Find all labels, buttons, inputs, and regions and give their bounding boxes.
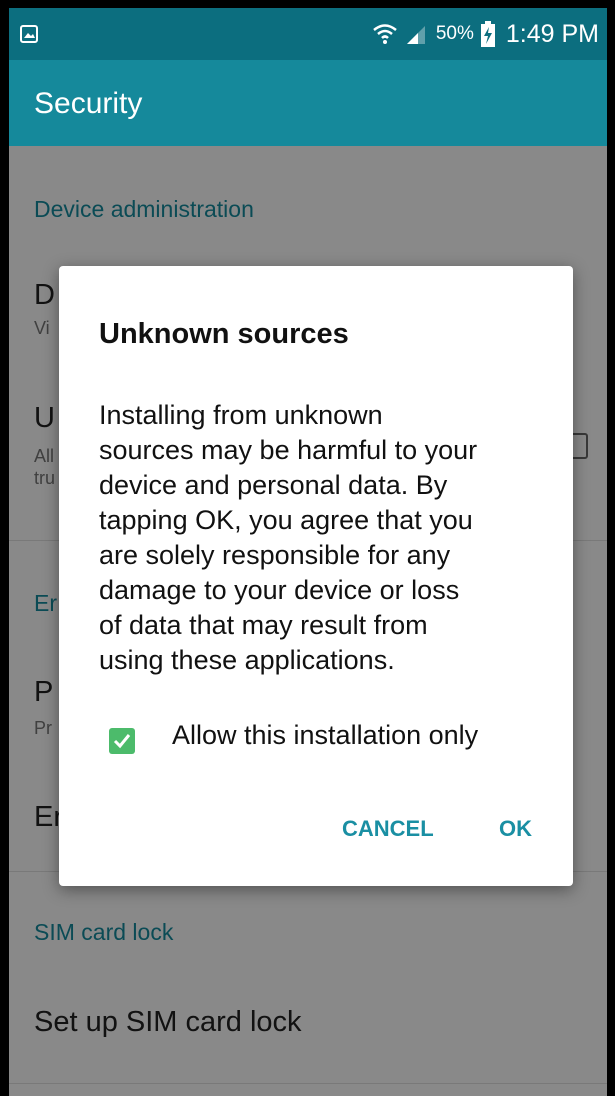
wifi-icon [373, 24, 397, 44]
allow-once-checkbox[interactable] [109, 728, 135, 754]
signal-icon [406, 26, 425, 44]
device-frame: 50% 1:49 PM Security Device administrati… [0, 0, 615, 1096]
checkmark-icon [113, 734, 131, 749]
dialog-message-line: using these applications. [99, 645, 395, 675]
allow-once-label[interactable]: Allow this installation only [172, 720, 478, 751]
battery-charging-icon [480, 21, 495, 47]
dialog-message-line: tapping OK, you agree that you [99, 505, 473, 535]
app-bar: Security [9, 60, 607, 146]
dialog-message-line: device and personal data. By [99, 470, 448, 500]
clock: 1:49 PM [505, 19, 599, 48]
dialog-message-line: sources may be harmful to your [99, 435, 478, 465]
screen: 50% 1:49 PM Security Device administrati… [9, 8, 607, 1096]
cancel-button[interactable]: CANCEL [342, 816, 434, 842]
dialog-message-line: of data that may result from [99, 610, 428, 640]
battery-percent: 50% [435, 23, 474, 44]
dialog-message-line: damage to your device or loss [99, 575, 460, 605]
ok-button[interactable]: OK [499, 816, 532, 842]
dialog-message-line: are solely responsible for any [99, 540, 451, 570]
gallery-icon [20, 25, 38, 43]
dialog-message: Installing from unknown sources may be h… [99, 398, 549, 678]
status-icons: 50% 1:49 PM [372, 18, 599, 50]
dialog-title: Unknown sources [99, 318, 349, 350]
unknown-sources-dialog: Unknown sources Installing from unknown … [59, 266, 573, 886]
dialog-message-line: Installing from unknown [99, 400, 383, 430]
status-bar: 50% 1:49 PM [9, 8, 607, 60]
page-title: Security [34, 87, 143, 120]
